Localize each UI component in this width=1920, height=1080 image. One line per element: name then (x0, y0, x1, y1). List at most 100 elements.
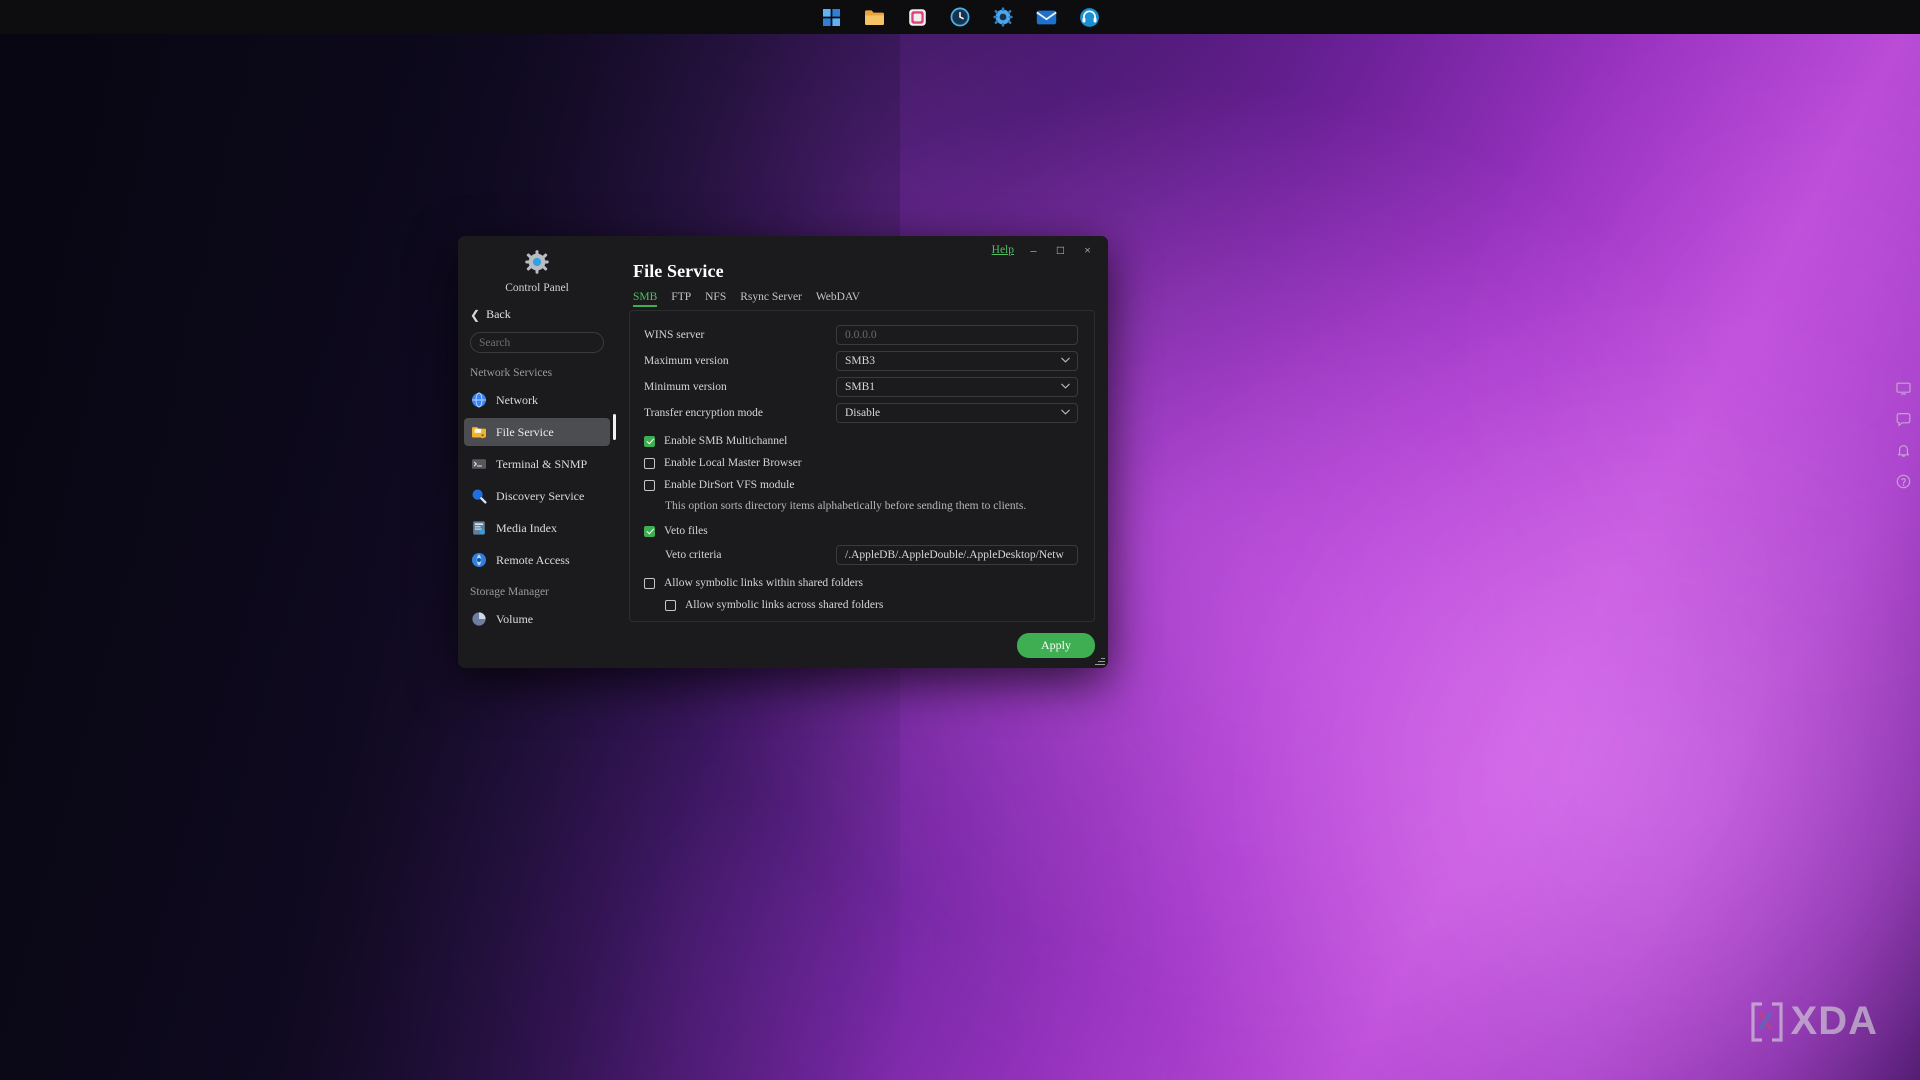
sidebar-item-file-service[interactable]: File Service (464, 418, 610, 446)
resize-grip[interactable] (1095, 655, 1105, 665)
enable-dirsort-vfs-row[interactable]: Enable DirSort VFS module (630, 474, 1094, 496)
minimum-version-row: Minimum version SMB1 (630, 374, 1094, 400)
minimum-version-select[interactable]: SMB1 (836, 377, 1078, 397)
maximize-button[interactable]: □ (1053, 244, 1068, 256)
enable-dirsort-vfs-checkbox[interactable] (644, 479, 655, 491)
folder-service-icon (470, 424, 487, 441)
transfer-encryption-mode-value: Disable (845, 407, 881, 419)
allow-symlinks-within-label: Allow symbolic links within shared folde… (664, 577, 863, 589)
sidebar-item-media-index[interactable]: Media Index (464, 514, 610, 542)
main-content: Help – □ × File Service SMB FTP NFS Rsyn… (616, 236, 1108, 668)
enable-local-master-browser-row[interactable]: Enable Local Master Browser (630, 452, 1094, 474)
maximum-version-label: Maximum version (644, 355, 729, 367)
sidebar-group-title: Network Services (470, 367, 553, 379)
start-windows-icon[interactable] (816, 2, 846, 32)
control-panel-window: Control Panel ❮ Back Network Services (458, 236, 1108, 668)
sidebar-item-volume[interactable]: Volume (464, 605, 610, 633)
transfer-encryption-mode-select[interactable]: Disable (836, 403, 1078, 423)
veto-criteria-input[interactable]: /.AppleDB/.AppleDouble/.AppleDesktop/Net… (836, 545, 1078, 565)
sidebar-group-title: Storage Manager (470, 586, 549, 598)
bell-icon[interactable] (1896, 443, 1911, 458)
control-panel-brand: Control Panel (458, 250, 616, 294)
search-input[interactable] (479, 336, 616, 349)
minimum-version-value: SMB1 (845, 381, 876, 393)
minimize-button[interactable]: – (1026, 244, 1041, 256)
wins-server-label: WINS server (644, 329, 705, 341)
veto-criteria-label: Veto criteria (665, 549, 722, 561)
veto-files-label: Veto files (664, 525, 708, 537)
xda-watermark: XDA (1750, 999, 1878, 1044)
xda-brackets-icon (1750, 1001, 1783, 1042)
chevron-down-icon (1061, 381, 1070, 393)
search-box[interactable] (470, 332, 616, 353)
sidebar-item-label: Discovery Service (496, 488, 585, 503)
xda-wordmark: XDA (1790, 999, 1878, 1043)
terminal-icon (470, 456, 487, 473)
tab-rsync-server[interactable]: Rsync Server (740, 291, 802, 307)
sidebar-item-network[interactable]: Network (464, 386, 610, 414)
monitor-icon[interactable] (1895, 381, 1911, 396)
headset-icon[interactable] (1074, 2, 1104, 32)
allow-symlinks-across-label: Allow symbolic links across shared folde… (685, 599, 884, 611)
maximum-version-value: SMB3 (845, 355, 876, 367)
wins-server-input[interactable]: 0.0.0.0 (836, 325, 1078, 345)
help-link[interactable]: Help (992, 244, 1014, 256)
page-title: File Service (633, 261, 724, 281)
file-explorer-icon[interactable] (859, 2, 889, 32)
control-panel-label: Control Panel (505, 282, 569, 294)
close-button[interactable]: × (1080, 244, 1095, 256)
minimum-version-label: Minimum version (644, 381, 727, 393)
back-label: Back (486, 307, 511, 321)
sidebar-item-remote-access[interactable]: Remote Access (464, 546, 610, 574)
chevron-down-icon (1061, 407, 1070, 419)
photos-icon[interactable] (902, 2, 932, 32)
smb-settings-panel: WINS server 0.0.0.0 Maximum version SMB3… (629, 310, 1095, 622)
dirsort-hint-text: This option sorts directory items alphab… (665, 500, 1027, 512)
enable-smb-multichannel-row[interactable]: Enable SMB Multichannel (630, 430, 1094, 452)
sidebar-item-label: Remote Access (496, 552, 570, 567)
wins-server-placeholder: 0.0.0.0 (845, 329, 877, 341)
enable-local-master-browser-label: Enable Local Master Browser (664, 457, 802, 469)
volume-icon (470, 611, 487, 628)
sidebar-item-label: File Service (496, 424, 554, 439)
sidebar-item-label: Network (496, 392, 538, 407)
enable-smb-multichannel-checkbox[interactable] (644, 435, 655, 447)
gear-icon (525, 250, 549, 279)
settings-gear-icon[interactable] (988, 2, 1018, 32)
globe-icon (470, 392, 487, 409)
chevron-down-icon (1061, 355, 1070, 367)
wins-server-row: WINS server 0.0.0.0 (630, 322, 1094, 348)
veto-files-checkbox[interactable] (644, 525, 655, 537)
chat-bubble-icon[interactable] (1896, 412, 1911, 427)
allow-symlinks-within-checkbox[interactable] (644, 577, 655, 589)
allow-symlinks-across-checkbox[interactable] (665, 599, 676, 611)
allow-symlinks-across-row[interactable]: Allow symbolic links across shared folde… (630, 594, 1094, 616)
veto-files-row[interactable]: Veto files (630, 520, 1094, 542)
apply-button[interactable]: Apply (1017, 632, 1095, 658)
sidebar-item-label: Media Index (496, 520, 557, 535)
veto-criteria-value: /.AppleDB/.AppleDouble/.AppleDesktop/Net… (845, 549, 1064, 561)
sidebar-item-terminal-snmp[interactable]: Terminal & SNMP (464, 450, 610, 478)
mail-icon[interactable] (1031, 2, 1061, 32)
clock-icon[interactable] (945, 2, 975, 32)
tab-nfs[interactable]: NFS (705, 291, 726, 307)
help-circle-icon[interactable] (1896, 474, 1911, 489)
maximum-version-row: Maximum version SMB3 (630, 348, 1094, 374)
allow-symlinks-within-row[interactable]: Allow symbolic links within shared folde… (630, 572, 1094, 594)
enable-local-master-browser-checkbox[interactable] (644, 457, 655, 469)
sidebar: Control Panel ❮ Back Network Services (458, 236, 616, 668)
media-index-icon (470, 520, 487, 537)
remote-access-icon (470, 552, 487, 569)
tab-webdav[interactable]: WebDAV (816, 291, 860, 307)
sidebar-item-label: Terminal & SNMP (496, 456, 588, 471)
sidebar-item-label: Volume (496, 611, 534, 626)
sidebar-item-discovery-service[interactable]: Discovery Service (464, 482, 610, 510)
transfer-encryption-mode-label: Transfer encryption mode (644, 407, 764, 419)
tab-ftp[interactable]: FTP (671, 291, 691, 307)
transfer-encryption-mode-row: Transfer encryption mode Disable (630, 400, 1094, 426)
enable-smb-multichannel-label: Enable SMB Multichannel (664, 435, 788, 447)
maximum-version-select[interactable]: SMB3 (836, 351, 1078, 371)
back-button[interactable]: ❮ Back (458, 305, 616, 322)
tab-smb[interactable]: SMB (633, 291, 658, 307)
chevron-left-icon: ❮ (470, 307, 481, 322)
